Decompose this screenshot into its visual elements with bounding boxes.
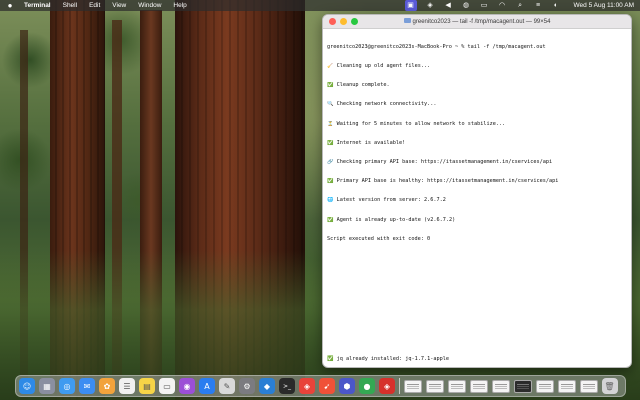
- terminal-line: ✅ Agent is already up-to-date (v2.6.7.2): [327, 216, 456, 223]
- terminal-line: ⏳ Waiting for 5 minutes to allow network…: [327, 120, 506, 127]
- window-title: greenitco2023 — tail -f /tmp/macagent.ou…: [323, 15, 631, 29]
- system-settings-icon[interactable]: ⚙: [239, 378, 255, 394]
- terminal-line: 🧹 Cleaning up old agent files...: [327, 63, 431, 70]
- terminal-line: 🔗 Checking primary API base: https://ita…: [327, 159, 553, 166]
- anydesk-status-icon[interactable]: ◈: [426, 0, 435, 11]
- folder-icon: [403, 18, 411, 23]
- menu-item-shell[interactable]: Shell: [63, 0, 77, 11]
- terminal-line: greenitco2023@greenitco2023s-MacBook-Pro…: [327, 43, 546, 50]
- minimized-window-thumbnail[interactable]: [425, 379, 444, 393]
- podcasts-icon[interactable]: ◉: [179, 378, 195, 394]
- anydesk-alt-icon[interactable]: ◈: [379, 378, 395, 394]
- status-area: ▣ ◈ ◀ ◍ ▭ ◠ ⌕ ≡ ◐ Wed 5 Aug 11:00 AM: [404, 0, 634, 11]
- swift-icon[interactable]: ➹: [319, 378, 335, 394]
- launchpad-icon[interactable]: ▦: [39, 378, 55, 394]
- menu-item-help[interactable]: Help: [173, 0, 186, 11]
- menu-app-name[interactable]: Terminal: [24, 0, 51, 11]
- terminal-line: ✅ Internet is available!: [327, 139, 406, 146]
- shield-app-icon[interactable]: ⬢: [339, 378, 355, 394]
- app-store-icon[interactable]: A: [199, 378, 215, 394]
- terminal-last-line: ✅ jq already installed: jq-1.7.1-apple: [327, 355, 450, 362]
- sound-icon[interactable]: ◀: [444, 0, 453, 11]
- vpn-icon[interactable]: ◍: [462, 0, 471, 11]
- battery-icon[interactable]: ▭: [480, 0, 489, 11]
- mail-icon[interactable]: ✉: [79, 378, 95, 394]
- search-icon[interactable]: ⌕: [516, 0, 525, 11]
- notes-icon[interactable]: ▤: [139, 378, 155, 394]
- menu-clock[interactable]: Wed 5 Aug 11:00 AM: [574, 0, 634, 11]
- screen-share-icon[interactable]: ▣: [404, 0, 417, 11]
- photos-icon[interactable]: ✿: [99, 378, 115, 394]
- menu-item-window[interactable]: Window: [138, 0, 161, 11]
- minimized-window-thumbnail[interactable]: [557, 379, 576, 393]
- terminal-output[interactable]: greenitco2023@greenitco2023s-MacBook-Pro…: [323, 29, 631, 257]
- control-center-icon[interactable]: ≡: [534, 0, 543, 11]
- apple-logo-icon[interactable]: ●: [6, 0, 14, 11]
- sketch-pad-icon[interactable]: ✎: [219, 378, 235, 394]
- window-titlebar[interactable]: greenitco2023 — tail -f /tmp/macagent.ou…: [323, 15, 631, 29]
- finder-icon[interactable]: ☺: [19, 378, 35, 394]
- wifi-icon[interactable]: ◠: [498, 0, 507, 11]
- reminders-icon[interactable]: ☰: [119, 378, 135, 394]
- siri-icon[interactable]: ◐: [552, 0, 561, 11]
- minimized-window-thumbnail[interactable]: [491, 379, 510, 393]
- window-title-text: greenitco2023 — tail -f /tmp/macagent.ou…: [412, 18, 551, 25]
- terminal-line: ✅ Cleanup complete.: [327, 82, 390, 89]
- minimized-window-thumbnail[interactable]: [535, 379, 554, 393]
- minimized-window-thumbnail[interactable]: [513, 379, 532, 393]
- safari-icon[interactable]: ◎: [59, 378, 75, 394]
- terminal-window[interactable]: greenitco2023 — tail -f /tmp/macagent.ou…: [322, 14, 632, 368]
- calendar-icon[interactable]: ▭: [159, 378, 175, 394]
- chrome-icon[interactable]: ●: [359, 378, 375, 394]
- anydesk-icon[interactable]: ◈: [299, 378, 315, 394]
- terminal-line: 🌐 Latest version from server: 2.6.7.2: [327, 197, 446, 204]
- dock: ☺ ▦ ◎ ✉ ✿ ☰ ▤ ▭ ◉ A ✎ ⚙ ◆ >_ ◈ ➹ ⬢ ● ◈ 🗑: [15, 375, 626, 397]
- menu-item-edit[interactable]: Edit: [89, 0, 100, 11]
- terminal-line: 🔍 Checking network connectivity...: [327, 101, 437, 108]
- terminal-line: Script executed with exit code: 0: [327, 235, 431, 242]
- trash-icon[interactable]: 🗑: [601, 378, 618, 394]
- minimized-window-thumbnail[interactable]: [469, 379, 488, 393]
- menu-item-view[interactable]: View: [112, 0, 126, 11]
- minimized-window-thumbnail[interactable]: [579, 379, 598, 393]
- terminal-line: ✅ Primary API base is healthy: https://i…: [327, 178, 559, 185]
- minimized-window-thumbnail[interactable]: [447, 379, 466, 393]
- terminal-icon[interactable]: >_: [279, 378, 295, 394]
- vscode-icon[interactable]: ◆: [259, 378, 275, 394]
- minimized-window-thumbnail[interactable]: [403, 379, 422, 393]
- dock-separator: [399, 378, 400, 394]
- menu-bar: ● Terminal Shell Edit View Window Help ▣…: [0, 0, 640, 11]
